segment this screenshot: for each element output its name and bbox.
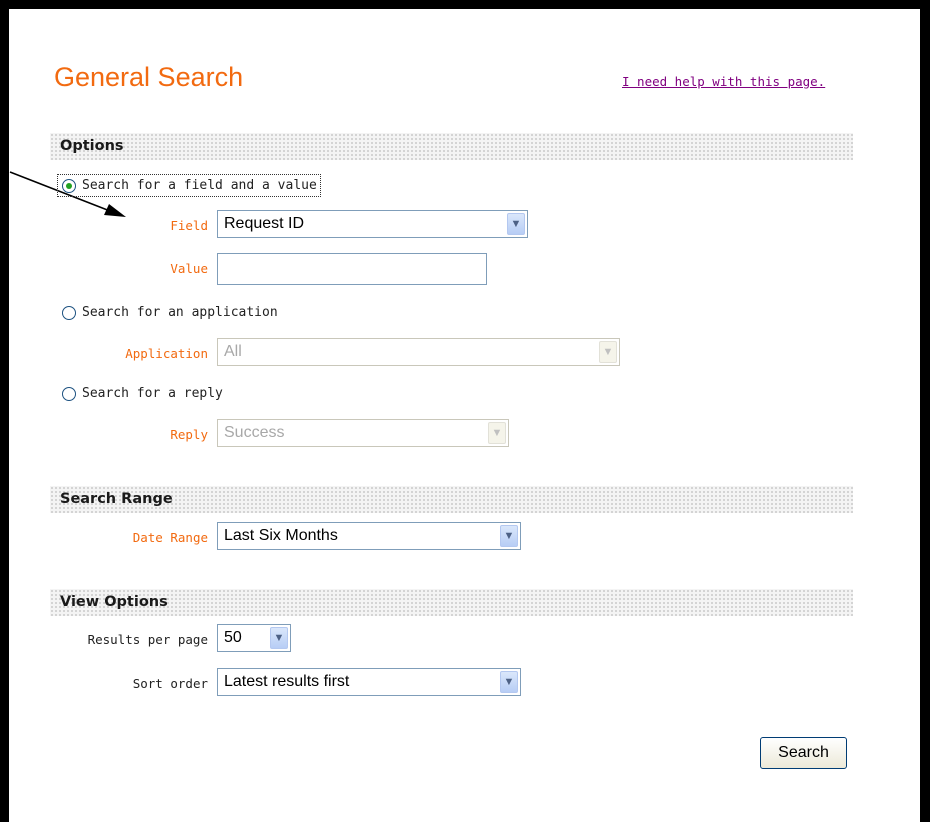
results-per-page-select[interactable]: 50 ▼ [217,624,291,652]
field-select-value: Request ID [224,215,305,232]
value-input[interactable] [217,253,487,285]
search-button[interactable]: Search [760,737,847,769]
field-select[interactable]: Request ID ▼ [217,210,528,238]
reply-label: Reply [170,427,208,442]
view-options-section-header: View Options [50,589,853,616]
search-range-section-title: Search Range [60,491,173,507]
search-field-value-radio[interactable] [62,178,76,193]
search-range-section-header: Search Range [50,486,853,513]
search-application-option[interactable]: Search for an application [62,305,278,320]
search-reply-label: Search for a reply [82,386,223,401]
search-field-value-label: Search for a field and a value [82,178,317,193]
reply-select[interactable]: Success ▼ [217,419,509,447]
search-application-label: Search for an application [82,305,278,320]
search-reply-radio[interactable] [62,386,76,401]
chevron-down-icon[interactable]: ▼ [599,341,617,363]
date-range-label: Date Range [132,530,208,545]
application-select[interactable]: All ▼ [217,338,620,366]
field-label: Field [170,218,208,233]
search-application-radio[interactable] [62,305,76,320]
chevron-down-icon[interactable]: ▼ [488,422,506,444]
date-range-select[interactable]: Last Six Months ▼ [217,522,521,550]
search-reply-option[interactable]: Search for a reply [62,386,223,401]
date-range-select-value: Last Six Months [224,527,338,544]
chevron-down-icon[interactable]: ▼ [500,525,518,547]
chevron-down-icon[interactable]: ▼ [507,213,525,235]
focus-outline: Search for a field and a value [57,174,321,197]
reply-select-value: Success [224,424,285,441]
help-link[interactable]: I need help with this page. [622,74,825,89]
application-label: Application [125,346,208,361]
sort-order-select[interactable]: Latest results first ▼ [217,668,521,696]
chevron-down-icon[interactable]: ▼ [270,627,288,649]
sort-order-label: Sort order [132,676,208,691]
chevron-down-icon[interactable]: ▼ [500,671,518,693]
value-label: Value [170,261,208,276]
page-title: General Search [54,62,244,92]
search-field-value-option[interactable]: Search for a field and a value [57,174,321,197]
annotation-arrow [9,171,126,217]
results-per-page-value: 50 [224,629,242,646]
application-select-value: All [224,343,242,360]
sort-order-value: Latest results first [224,673,350,690]
options-section-title: Options [60,138,124,154]
view-options-section-title: View Options [60,594,168,610]
results-per-page-label: Results per page [87,632,208,647]
options-section-header: Options [50,133,853,160]
